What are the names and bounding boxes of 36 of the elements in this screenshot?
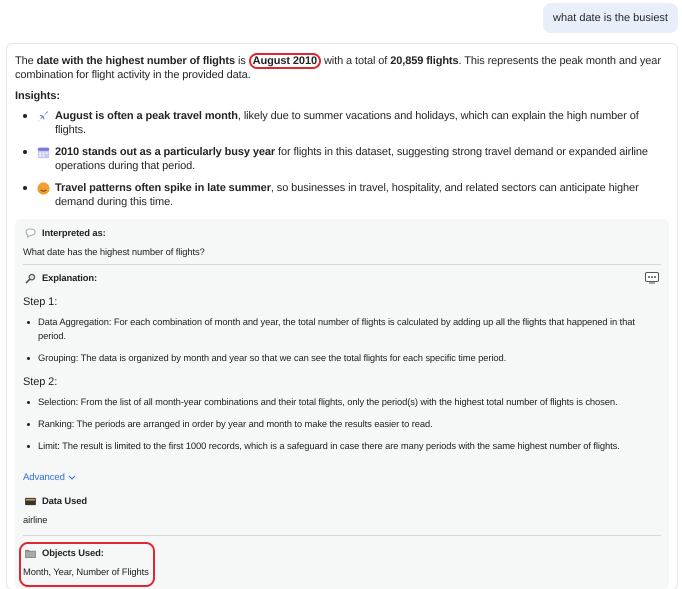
advanced-link[interactable]: Advanced: [23, 471, 76, 485]
bullet-icon: [27, 357, 30, 360]
bullet-icon: [23, 114, 27, 118]
bullet-icon: [23, 150, 27, 154]
insight-text: Travel patterns often spike in late summer, so businesses in travel, hospitality, and related sectors can anticipate higher demand during this time.: [55, 181, 640, 209]
step-detail: Data Aggregation: For each combination of month and year, the total number of flights is calculated by adding up all the flights that happened in that period.: [38, 315, 636, 343]
user-message: what date is the busiest: [543, 3, 678, 33]
insight-text: August is often a peak travel month, likely due to summer vacations and holidays, which can explain the high number of flights.: [55, 109, 640, 137]
interpreted-question: What date has the highest number of flights?: [23, 245, 206, 259]
section-value: airline: [22, 513, 48, 527]
bullet-icon: [27, 445, 30, 448]
bullet-icon: [27, 321, 30, 324]
insights-heading: Insights:: [15, 89, 61, 103]
step-title: Step 1:: [23, 295, 58, 309]
section-label: Data Used: [42, 494, 87, 508]
bullet-icon: [27, 401, 30, 404]
bullet-icon: [23, 186, 27, 190]
airplane-icon: [37, 110, 50, 123]
step-detail: Ranking: The periods are arranged in order by year and month to make the results easier to read.: [38, 417, 433, 431]
folder-icon: [25, 548, 36, 558]
search-icon: [25, 272, 36, 284]
section-label: Objects Used:: [42, 546, 104, 560]
calendar-icon: [37, 146, 50, 159]
section-label: Interpreted as:: [42, 226, 106, 240]
step-title: Step 2:: [23, 375, 58, 389]
answer-summary: The date with the highest number of flights is August 2010 with a total of 20,859 flights. This represents the peak month and year combination for flight activity in the provided data.: [15, 54, 662, 82]
chevron-down-icon[interactable]: [68, 475, 76, 481]
section-label: Explanation:: [42, 271, 98, 285]
bullet-icon: [27, 423, 30, 426]
step-detail: Grouping: The data is organized by month and year so that we can see the total flights for each specific time period.: [38, 351, 506, 365]
section-value: Month, Year, Number of Flights: [22, 565, 149, 579]
speech-bubble-icon: [25, 228, 36, 238]
insight-text: 2010 stands out as a particularly busy year for flights in this dataset, suggesting strong travel demand or expanded airline operations during that period.: [55, 145, 649, 173]
smiley-icon: [37, 182, 50, 195]
step-detail: Selection: From the list of all month-year combinations and their total flights, only the period(s) with the highest total number of flights is chosen.: [38, 395, 618, 409]
step-detail: Limit: The result is limited to the first 1000 records, which is a safeguard in case there are many periods with the same highest number of flights.: [38, 439, 620, 453]
